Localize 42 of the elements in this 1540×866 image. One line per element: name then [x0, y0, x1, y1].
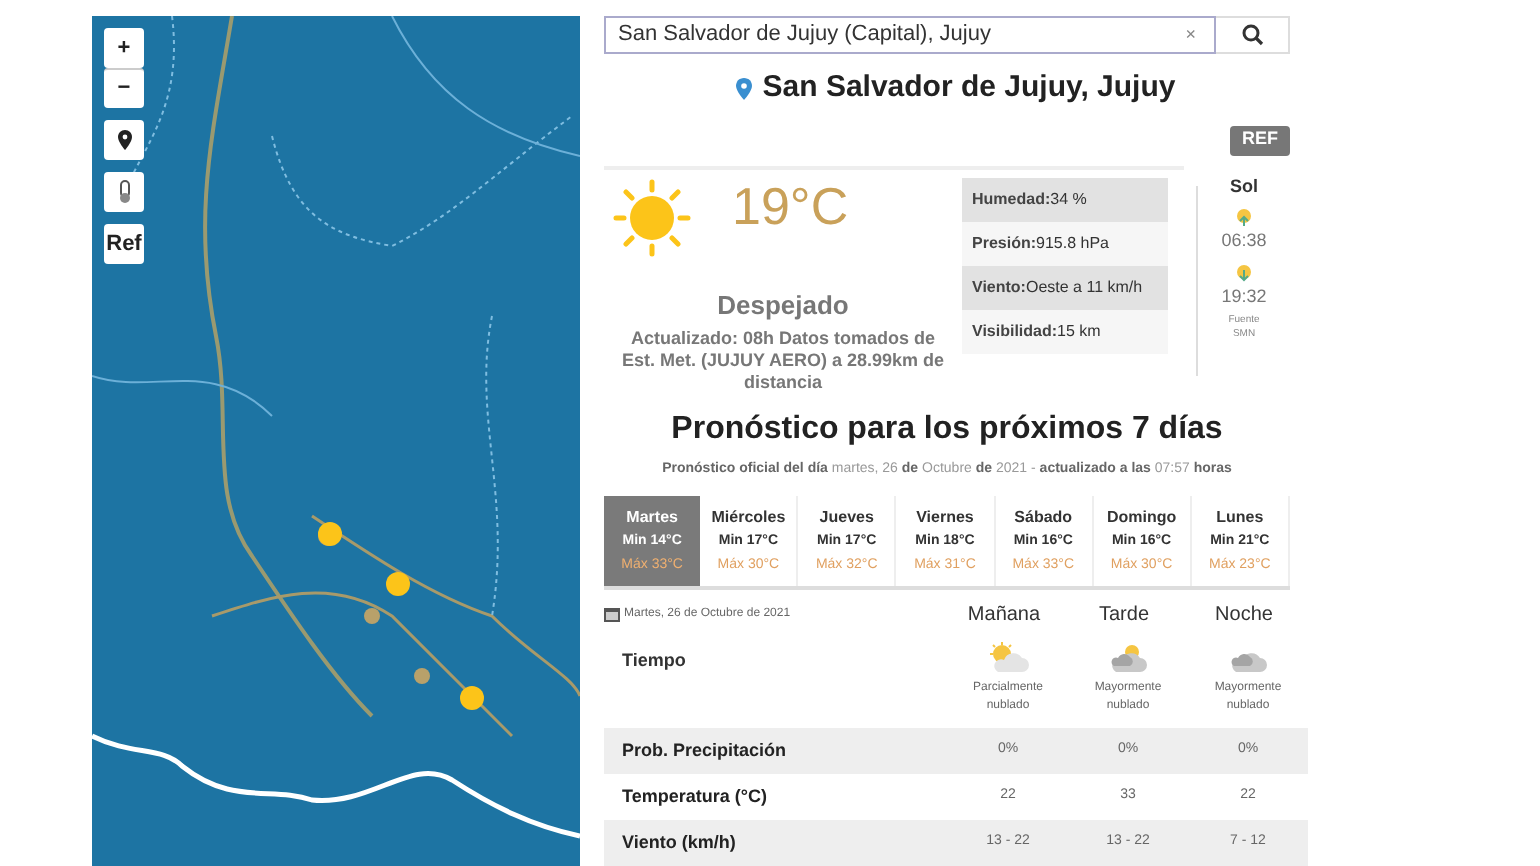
row-label: Temperatura (°C)	[620, 783, 769, 810]
column-header: Mañana	[965, 601, 1043, 630]
sun-icon	[612, 177, 692, 258]
location-pin-icon	[117, 130, 131, 150]
clear-button[interactable]: ×	[1179, 21, 1202, 48]
sun-marker-icon[interactable]	[316, 520, 344, 548]
column-header: Tarde	[1096, 601, 1151, 630]
sunset-icon	[1234, 263, 1254, 284]
row-label: Prob. Precipitación	[620, 737, 789, 764]
row-label: Tiempo	[620, 647, 688, 674]
zoom-out-button[interactable]: −	[104, 68, 144, 108]
sun-marker-icon[interactable]	[458, 684, 486, 712]
cloud-sun-icon	[1106, 641, 1150, 674]
temperature: 19°C	[732, 174, 849, 241]
temperature-button[interactable]	[104, 172, 144, 212]
update-note: Actualizado: 08h Datos tomados de Est. Met. (JUJUY AERO) a 28.99km de distancia	[619, 328, 947, 395]
search-button[interactable]	[1216, 16, 1290, 54]
ref-map-button[interactable]: Ref	[104, 224, 144, 264]
ref-button[interactable]: REF	[1230, 125, 1290, 156]
sunset-time: 19:32	[1221, 283, 1267, 310]
detail-row: Visibilidad:15 km	[962, 309, 1168, 354]
location-button[interactable]	[104, 120, 144, 160]
sun-cloud-icon	[986, 641, 1030, 674]
search-field[interactable]: San Salvador de Jujuy (Capital), Jujuy ×	[604, 16, 1216, 54]
detail-row: Viento:Oeste a 11 km/h	[962, 265, 1168, 310]
search-text: San Salvador de Jujuy (Capital), Jujuy	[618, 20, 993, 50]
location-pin-icon	[736, 78, 753, 101]
search-icon	[1241, 23, 1263, 46]
sun-marker-icon[interactable]	[384, 570, 412, 598]
detail-row: Humedad:34 %	[962, 177, 1168, 222]
condition-label: Despejado	[717, 287, 849, 324]
sun-title: Sol	[1229, 173, 1258, 200]
row-label: Viento (km/h)	[620, 829, 738, 856]
location-title: San Salvador de Jujuy, Jujuy	[762, 68, 1176, 109]
forecast-title: Pronóstico para los próximos 7 días	[669, 410, 1225, 451]
sunrise-time: 06:38	[1221, 228, 1267, 255]
detail-row: Presión:915.8 hPa	[962, 221, 1168, 266]
thermometer-icon	[117, 180, 131, 204]
zoom-in-button[interactable]: +	[104, 28, 144, 68]
column-header: Noche	[1213, 601, 1275, 630]
calendar-icon	[604, 606, 620, 623]
sunrise-icon	[1234, 208, 1254, 229]
